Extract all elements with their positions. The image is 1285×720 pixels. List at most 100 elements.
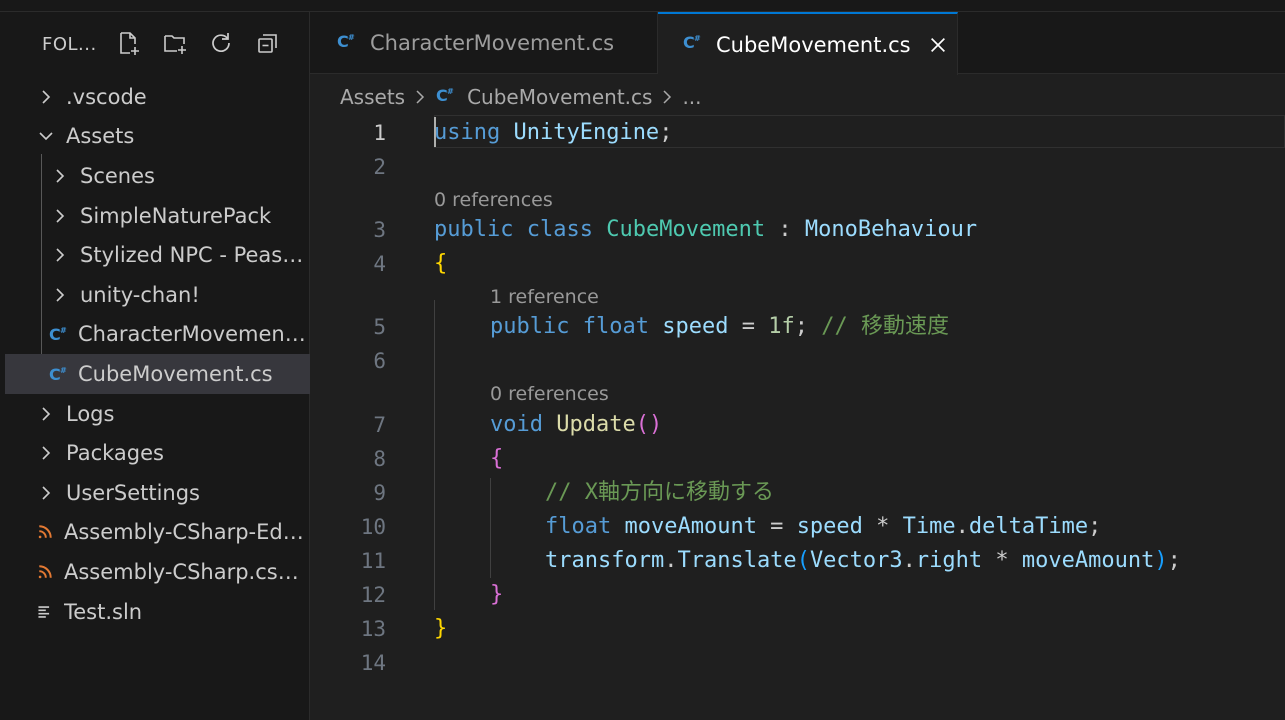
tree-item-label: CubeMovement.cs [78,361,273,386]
new-file-icon[interactable] [113,28,143,58]
svg-text:C: C [49,365,61,384]
line-number: 13 [360,617,386,641]
token-bracket: ) [648,412,663,437]
svg-text:#: # [694,34,701,43]
breadcrumb-more[interactable]: ... [682,85,701,109]
close-icon[interactable] [927,34,949,56]
tree-item-assembly-csharp[interactable]: Assembly-CSharp.csp... [0,552,310,592]
new-folder-icon[interactable] [160,28,190,58]
token-property: right [915,548,983,573]
tree-item-usersettings[interactable]: UserSettings [0,473,310,513]
tree-item-stylized-npc[interactable]: Stylized NPC - Peasa... [0,235,310,275]
token-punct: : [765,217,805,242]
code-line-5: public float speed = 1f; // 移動速度 [490,310,949,344]
tree-item-scenes[interactable]: Scenes [0,156,310,196]
explorer-header: FOL... [0,12,310,74]
code-line-13: } [434,612,447,646]
token-namespace: UnityEngine [513,120,660,145]
code-line-1: using UnityEngine; [434,116,672,150]
token-keyword: float [545,514,612,539]
token-base-type: MonoBehaviour [804,217,978,242]
token-comment: // 移動速度 [821,314,949,339]
lines-file-icon [34,601,56,623]
file-tree: .vscode Assets Scenes SimpleNaturePack S… [0,77,310,631]
chevron-right-icon [411,88,429,106]
tree-item-label: Test.sln [64,599,143,624]
svg-text:#: # [60,366,67,375]
tree-item-unity-chan[interactable]: unity-chan! [0,275,310,315]
chevron-right-icon [35,86,57,108]
token-operator: * [862,514,903,539]
tree-item-assets[interactable]: Assets [0,117,310,157]
refresh-icon[interactable] [206,28,236,58]
code-editor[interactable]: 1 2 3 4 5 6 7 8 9 10 11 12 13 14 0 refer… [310,115,1285,720]
tab-charactermovement[interactable]: C # CharacterMovement.cs [310,12,658,74]
code-lens-references[interactable]: 1 reference [490,284,599,310]
code-line-9: // X軸方向に移動する [545,476,774,510]
tree-item-cubemovement[interactable]: C # CubeMovement.cs [5,354,310,394]
breadcrumb-folder[interactable]: Assets [340,85,405,109]
token-bracket: { [434,251,448,276]
tree-item-test-sln[interactable]: Test.sln [0,592,310,632]
csharp-file-icon: C # [682,31,704,58]
line-number: 5 [373,315,386,339]
tree-item-label: UserSettings [66,480,200,505]
line-number: 9 [373,481,386,505]
token-function: Update [556,412,636,437]
tree-item-label: CharacterMovement... [78,322,306,347]
chevron-right-icon [49,284,71,306]
token-number: 1f [768,314,795,339]
code-line-10: float moveAmount = speed * Time.deltaTim… [545,510,1101,544]
tree-item-logs[interactable]: Logs [0,394,310,434]
tree-item-label: Assembly-CSharp-Edi... [64,520,304,545]
tree-item-charactermovement[interactable]: C # CharacterMovement... [0,315,310,355]
token-bracket: } [434,616,448,641]
tree-item-vscode[interactable]: .vscode [0,77,310,117]
csharp-file-icon: C # [48,323,70,345]
token-bracket: } [490,582,504,607]
tree-item-simplenaturepack[interactable]: SimpleNaturePack [0,196,310,236]
tree-item-assembly-editor[interactable]: Assembly-CSharp-Edi... [0,513,310,553]
line-number: 3 [373,218,386,242]
code-lens-references[interactable]: 0 references [490,381,609,407]
tree-item-label: Assembly-CSharp.csp... [64,559,304,584]
token-keyword: class [526,217,593,242]
chevron-right-icon [35,403,57,425]
rss-icon [34,521,56,543]
token-punct: ; [1088,514,1102,539]
collapse-all-icon[interactable] [253,28,283,58]
svg-text:#: # [60,326,67,335]
token-keyword: public [490,314,570,339]
token-operator: * [982,548,1022,573]
svg-text:#: # [447,87,454,96]
tab-cubemovement[interactable]: C # CubeMovement.cs [658,12,958,75]
tree-item-label: Packages [66,441,164,466]
chevron-right-icon [49,205,71,227]
tree-item-label: Scenes [80,163,155,188]
token-class: Vector3 [809,548,903,573]
breadcrumb-file[interactable]: CubeMovement.cs [467,85,652,109]
rss-icon [34,561,56,583]
line-number: 14 [360,651,386,675]
line-number: 12 [360,583,386,607]
token-bracket: ( [796,548,810,573]
line-number: 8 [373,447,386,471]
token-punct: . [902,548,916,573]
code-lens-references[interactable]: 0 references [434,187,553,213]
indent-guide [434,300,435,610]
tab-bar: C # CharacterMovement.cs C # CubeMovement.… [310,12,1285,75]
csharp-file-icon: C # [336,30,358,57]
code-line-4: { [434,247,447,281]
tree-item-label: .vscode [66,84,147,109]
token-variable: moveAmount [1021,548,1155,573]
tree-item-packages[interactable]: Packages [0,433,310,473]
tree-item-label: Assets [66,124,135,149]
token-punct: ; [659,120,673,145]
token-variable: transform [545,548,665,573]
